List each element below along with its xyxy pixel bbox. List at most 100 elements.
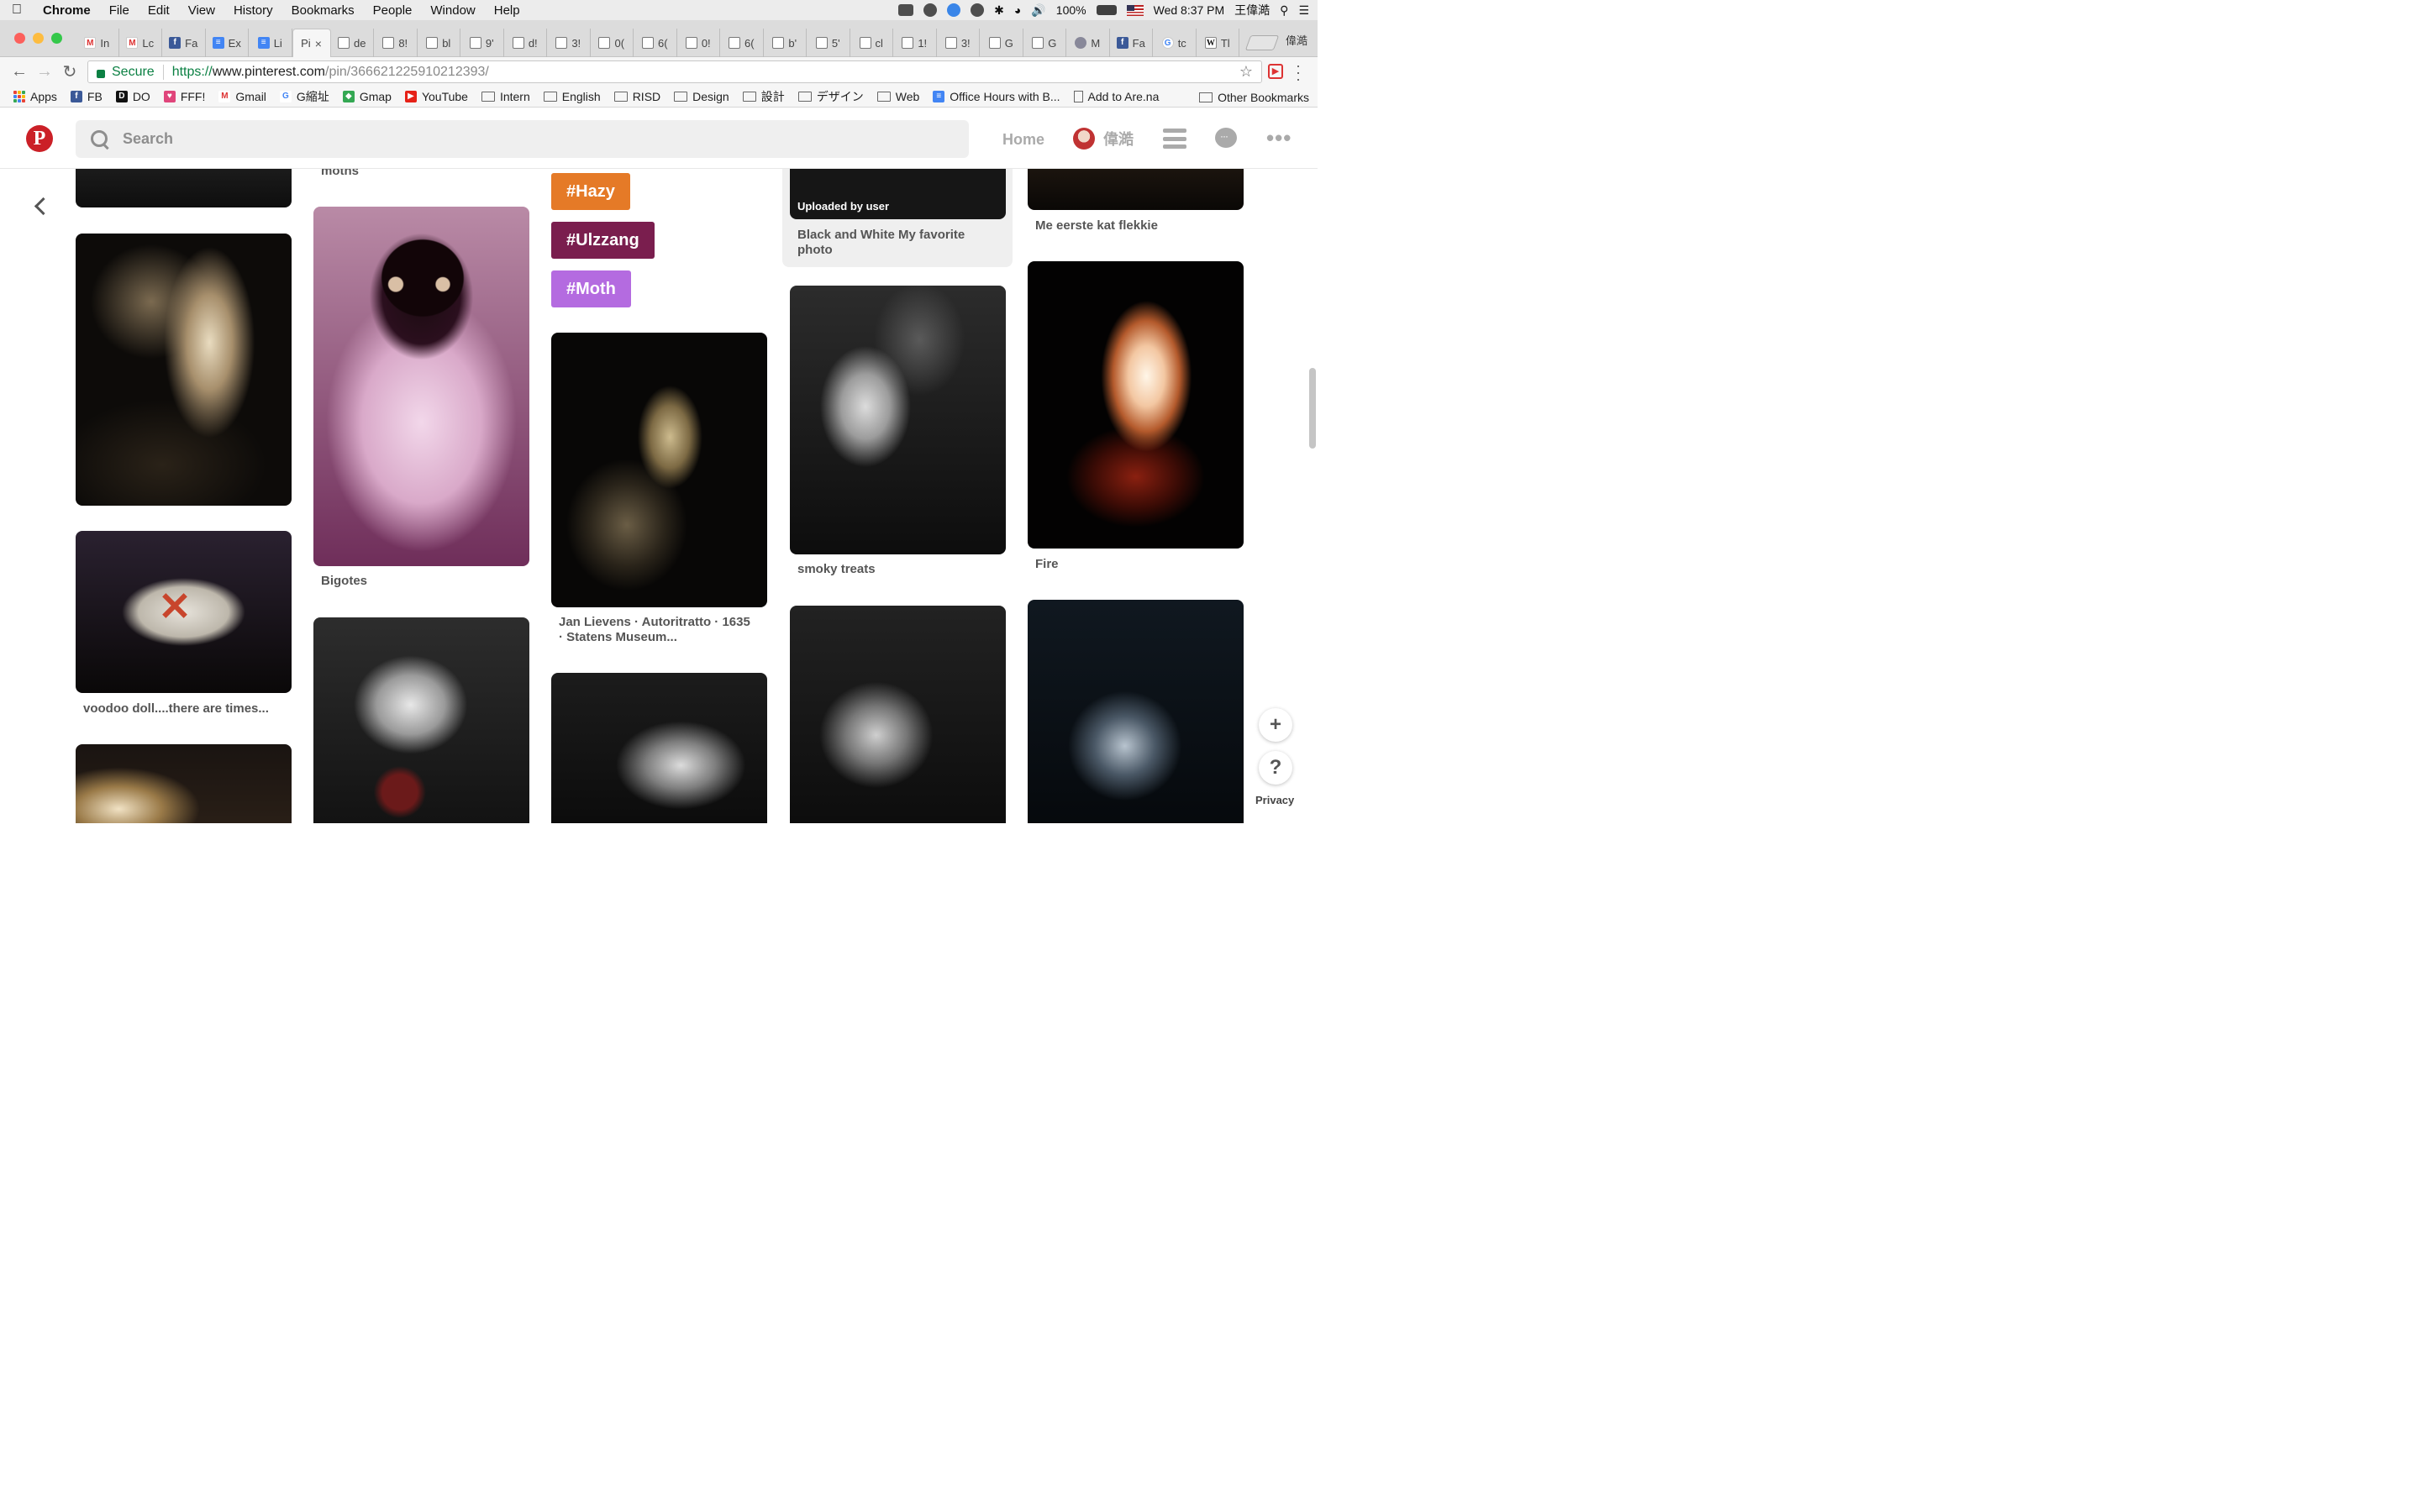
tab[interactable]: 3! bbox=[547, 29, 591, 57]
bookmark-star-icon[interactable]: ☆ bbox=[1239, 63, 1253, 81]
pin-caption[interactable]: Me eerste kat flekkie bbox=[1035, 218, 1158, 234]
lock-icon[interactable] bbox=[97, 69, 105, 78]
bookmark-item[interactable]: M Gmail bbox=[218, 90, 266, 103]
help-button[interactable]: ? bbox=[1259, 751, 1292, 785]
menu-window[interactable]: Window bbox=[421, 3, 484, 18]
scrollbar-thumb[interactable] bbox=[1309, 368, 1316, 449]
more-options-icon[interactable]: ••• bbox=[1266, 125, 1292, 151]
home-link[interactable]: Home bbox=[1002, 131, 1044, 149]
tab[interactable]: cl bbox=[850, 29, 893, 57]
tab[interactable]: 3! bbox=[937, 29, 980, 57]
pin-image[interactable] bbox=[76, 169, 292, 207]
bookmark-item[interactable]: ≡ Office Hours with B... bbox=[933, 90, 1060, 103]
secure-label[interactable]: Secure bbox=[112, 65, 155, 80]
tab[interactable]: W Tl bbox=[1197, 29, 1239, 57]
bookmark-item[interactable]: デザイン bbox=[797, 88, 864, 105]
bookmark-item[interactable]: ◆ Gmap bbox=[342, 90, 392, 103]
menu-view[interactable]: View bbox=[179, 3, 224, 18]
apple-menu-icon[interactable]:  bbox=[0, 3, 34, 18]
bookmark-item[interactable]: ▶ YouTube bbox=[404, 90, 468, 103]
tab[interactable]: 0! bbox=[677, 29, 720, 57]
address-bar[interactable]: Secure https:// www.pinterest.com /pin/3… bbox=[87, 60, 1262, 83]
us-flag-input-icon[interactable] bbox=[1126, 4, 1144, 16]
pin-caption[interactable]: voodoo doll....there are times... bbox=[83, 701, 269, 717]
pin-caption[interactable]: photo bbox=[797, 243, 833, 258]
tab[interactable]: 9' bbox=[460, 29, 504, 57]
tab[interactable]: de bbox=[331, 29, 374, 57]
search-input[interactable] bbox=[123, 130, 879, 148]
chrome-profile-name[interactable]: 偉澔 bbox=[1286, 32, 1307, 48]
profile-name[interactable]: 偉澔 bbox=[1103, 128, 1134, 150]
menu-edit[interactable]: Edit bbox=[139, 3, 179, 18]
time-machine-icon[interactable] bbox=[971, 3, 985, 17]
new-tab-button[interactable] bbox=[1244, 35, 1280, 50]
close-tab-icon[interactable]: × bbox=[315, 37, 322, 50]
wifi-icon[interactable]: ◕ bbox=[1014, 3, 1021, 17]
minimize-window-button[interactable] bbox=[33, 33, 44, 44]
pinterest-logo-icon[interactable]: P bbox=[26, 125, 53, 152]
tag-ulzzang[interactable]: #Ulzzang bbox=[551, 222, 655, 259]
back-arrow-icon[interactable]: ← bbox=[7, 62, 32, 81]
chrome-menu-icon[interactable]: · · · bbox=[1294, 58, 1302, 87]
tab[interactable]: bl bbox=[418, 29, 460, 57]
spotlight-search-icon[interactable]: ⚲ bbox=[1280, 3, 1288, 18]
forward-arrow-icon[interactable]: → bbox=[32, 62, 57, 81]
tag-hazy[interactable]: #Hazy bbox=[551, 173, 630, 210]
bookmark-item[interactable]: G G縮址 bbox=[279, 88, 329, 105]
pinterest-search-bar[interactable] bbox=[76, 120, 969, 158]
pin-caption[interactable]: Black and White My favorite bbox=[797, 228, 965, 243]
reload-icon[interactable]: ↻ bbox=[57, 61, 82, 82]
tab[interactable]: f Fa bbox=[1110, 29, 1153, 57]
menubar-user[interactable]: 王偉澔 bbox=[1234, 2, 1270, 18]
tag-moth[interactable]: #Moth bbox=[551, 270, 631, 307]
pin-image[interactable] bbox=[313, 617, 529, 823]
tab[interactable]: M bbox=[1066, 29, 1110, 57]
pin-image[interactable] bbox=[551, 333, 767, 607]
notification-center-icon[interactable]: ☰ bbox=[1298, 3, 1309, 18]
zoom-window-button[interactable] bbox=[51, 33, 62, 44]
menu-history[interactable]: History bbox=[224, 3, 282, 18]
tab[interactable]: 8! bbox=[374, 29, 418, 57]
tab[interactable]: M Lc bbox=[119, 29, 162, 57]
other-bookmarks[interactable]: Other Bookmarks bbox=[1199, 91, 1309, 104]
back-chevron-icon[interactable] bbox=[32, 197, 50, 216]
pin-caption[interactable]: Fire bbox=[1035, 557, 1059, 572]
pin-image[interactable] bbox=[1028, 261, 1244, 549]
tab[interactable]: 1! bbox=[893, 29, 937, 57]
pin-image[interactable] bbox=[76, 744, 292, 823]
tab[interactable]: Gtc bbox=[1153, 29, 1197, 57]
dropbox-icon[interactable] bbox=[898, 4, 914, 16]
tab[interactable]: G bbox=[1023, 29, 1066, 57]
messages-icon[interactable] bbox=[1215, 128, 1237, 148]
pin-caption[interactable]: moths bbox=[321, 169, 359, 179]
extension-icon[interactable]: ▶ bbox=[1268, 64, 1283, 79]
bookmark-item[interactable]: ♥ FFF! bbox=[163, 90, 205, 103]
tab[interactable]: G bbox=[980, 29, 1023, 57]
tab[interactable]: 0( bbox=[591, 29, 634, 57]
pin-caption[interactable]: Jan Lievens · Autoritratto · 1635 bbox=[559, 615, 750, 630]
tab[interactable]: b' bbox=[764, 29, 807, 57]
create-pin-button[interactable]: + bbox=[1259, 708, 1292, 742]
pin-image[interactable] bbox=[790, 286, 1006, 554]
pin-image[interactable] bbox=[76, 234, 292, 506]
tab[interactable]: 6( bbox=[634, 29, 677, 57]
pin-image[interactable] bbox=[551, 673, 767, 823]
pin-caption[interactable]: smoky treats bbox=[797, 562, 876, 577]
pin-image[interactable] bbox=[313, 207, 529, 566]
creative-cloud-icon[interactable] bbox=[923, 3, 938, 17]
bookmark-item[interactable]: Add to Are.na bbox=[1073, 90, 1159, 103]
battery-icon[interactable] bbox=[1096, 5, 1117, 15]
bookmark-item[interactable]: Apps bbox=[13, 90, 57, 103]
bookmark-item[interactable]: f FB bbox=[70, 90, 103, 103]
menu-app-name[interactable]: Chrome bbox=[34, 3, 100, 18]
pin-caption[interactable]: Bigotes bbox=[321, 574, 367, 589]
shazam-icon[interactable] bbox=[947, 3, 961, 17]
bookmark-item[interactable]: Web bbox=[876, 90, 919, 103]
avatar[interactable] bbox=[1073, 128, 1095, 150]
bookmark-item[interactable]: D DO bbox=[115, 90, 150, 103]
tab[interactable]: M In bbox=[76, 29, 119, 57]
tab[interactable]: 6( bbox=[720, 29, 764, 57]
following-menu-icon[interactable] bbox=[1163, 129, 1186, 149]
menu-file[interactable]: File bbox=[100, 3, 139, 18]
pin-image[interactable] bbox=[1028, 169, 1244, 210]
